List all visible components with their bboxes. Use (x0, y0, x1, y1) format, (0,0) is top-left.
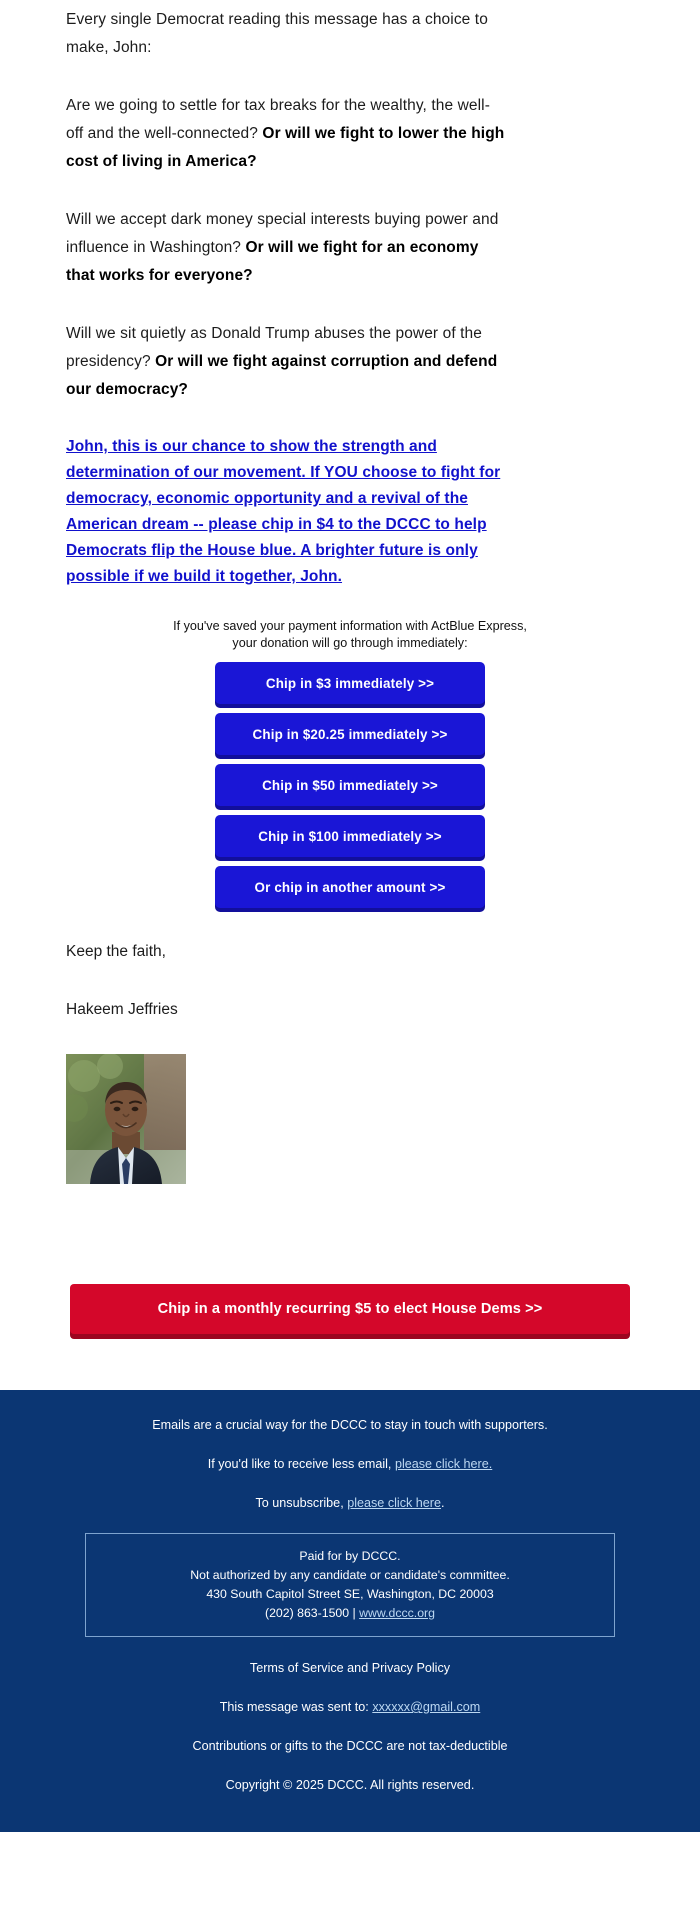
actblue-note-line-1: If you've saved your payment information… (173, 619, 527, 633)
signoff-text: Keep the faith, (66, 943, 166, 960)
terms-privacy-line[interactable]: Terms of Service and Privacy Policy (40, 1659, 660, 1677)
chip-in-20-25-button[interactable]: Chip in $20.25 immediately >> (215, 713, 485, 755)
paragraph-2: Are we going to settle for tax breaks fo… (66, 92, 506, 176)
footer-unsubscribe-period: . (441, 1496, 445, 1510)
paragraph-3: Will we accept dark money special intere… (66, 206, 506, 290)
paragraph-4: Will we sit quietly as Donald Trump abus… (66, 320, 506, 404)
chip-in-100-button[interactable]: Chip in $100 immediately >> (215, 815, 485, 857)
email-body: Every single Democrat reading this messa… (0, 0, 700, 1832)
phone-website-line: (202) 863-1500 | www.dccc.org (96, 1604, 604, 1623)
footer-supporters-note: Emails are a crucial way for the DCCC to… (152, 1418, 548, 1432)
copyright-line: Copyright © 2025 DCCC. All rights reserv… (225, 1778, 475, 1792)
terms-privacy-text: Terms of Service and Privacy Policy (249, 1661, 451, 1675)
actblue-note-line-2: your donation will go through immediatel… (232, 636, 468, 650)
donation-ask-link[interactable]: John, this is our chance to show the str… (66, 434, 516, 590)
donation-button-stack: Chip in $3 immediately >> Chip in $20.25… (0, 662, 700, 908)
paid-for-line: Paid for by DCCC. (299, 1549, 401, 1563)
chip-in-other-amount-button[interactable]: Or chip in another amount >> (215, 866, 485, 908)
footer-less-email-text: If you'd like to receive less email, (207, 1457, 395, 1471)
sent-to-line: This message was sent to: xxxxxx@gmail.c… (40, 1698, 660, 1716)
phone-number: (202) 863-1500 | (265, 1606, 360, 1620)
recipient-email-link[interactable]: xxxxxx@gmail.com (372, 1700, 480, 1714)
not-authorized-line: Not authorized by any candidate or candi… (190, 1568, 510, 1582)
monthly-recurring-5-button[interactable]: Chip in a monthly recurring $5 to elect … (70, 1284, 630, 1334)
sender-photo (66, 1054, 186, 1184)
actblue-express-note: If you've saved your payment information… (0, 618, 700, 652)
chip-in-50-button[interactable]: Chip in $50 immediately >> (215, 764, 485, 806)
sender-name: Hakeem Jeffries (66, 1001, 178, 1018)
dccc-website-link[interactable]: www.dccc.org (359, 1606, 435, 1620)
footer-unsubscribe-line: To unsubscribe, please click here. (40, 1494, 660, 1512)
recurring-donation-cta-wrap: Chip in a monthly recurring $5 to elect … (0, 1284, 700, 1334)
signature-block: Keep the faith, Hakeem Jeffries (0, 938, 700, 1184)
sent-to-text: This message was sent to: (219, 1700, 373, 1714)
footer-unsubscribe-text: To unsubscribe, (255, 1496, 348, 1510)
unsubscribe-link[interactable]: please click here (347, 1496, 441, 1510)
street-address-line: 430 South Capitol Street SE, Washington,… (206, 1587, 494, 1601)
receive-less-email-link[interactable]: please click here. (395, 1457, 492, 1471)
disclaimer-address-box: Paid for by DCCC. Not authorized by any … (85, 1533, 615, 1637)
footer-less-email-line: If you'd like to receive less email, ple… (40, 1455, 660, 1473)
chip-in-3-button[interactable]: Chip in $3 immediately >> (215, 662, 485, 704)
message-copy: Every single Democrat reading this messa… (0, 0, 700, 590)
tax-deductible-note: Contributions or gifts to the DCCC are n… (192, 1739, 508, 1753)
email-footer: Emails are a crucial way for the DCCC to… (0, 1390, 700, 1832)
paragraph-1: Every single Democrat reading this messa… (66, 0, 506, 62)
paragraph-1-text: Every single Democrat reading this messa… (66, 11, 488, 56)
